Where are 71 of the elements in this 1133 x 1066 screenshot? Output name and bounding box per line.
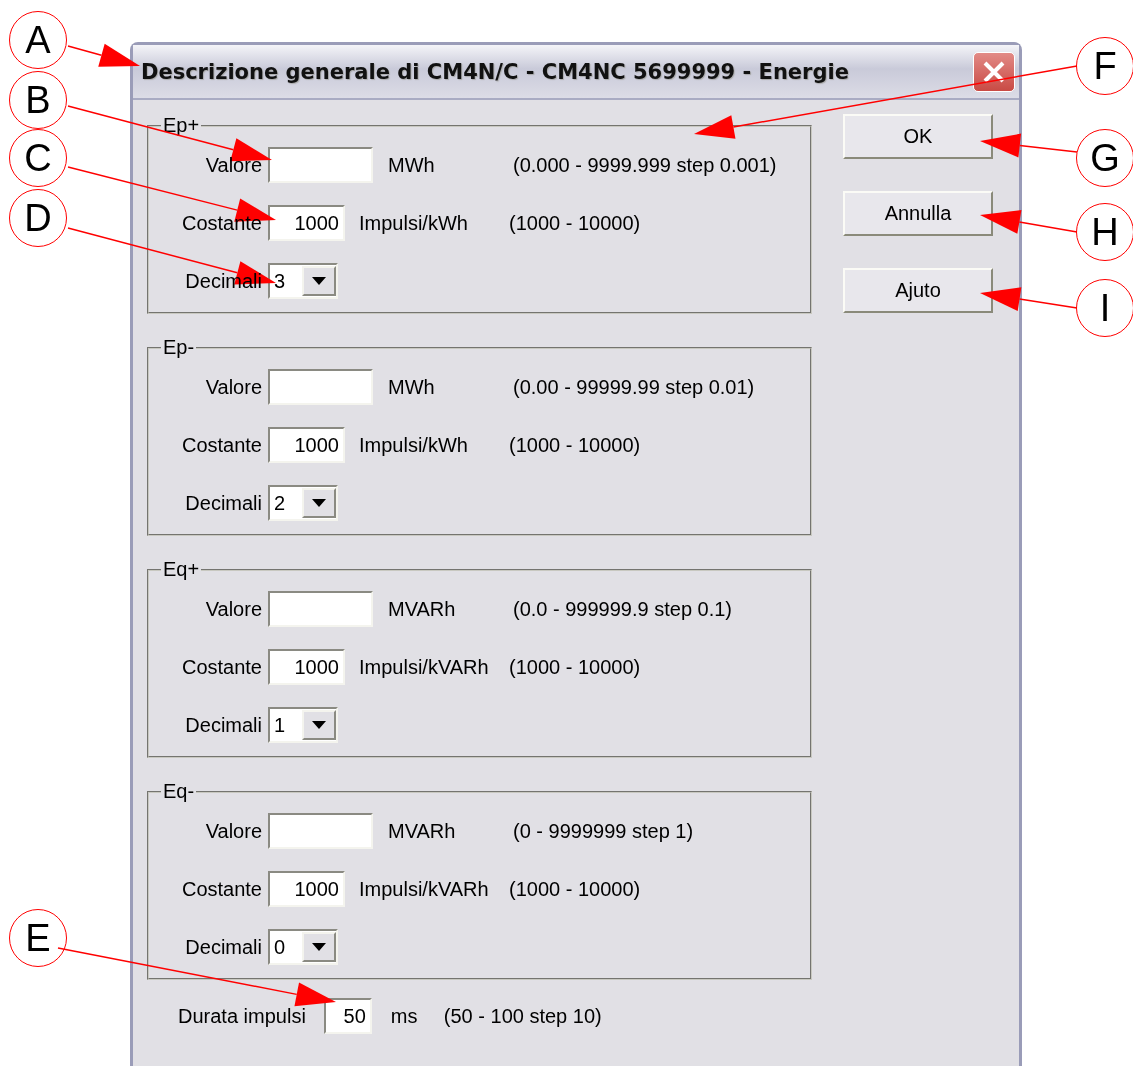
field-label: Valore bbox=[205, 153, 262, 177]
input-field[interactable] bbox=[268, 813, 373, 849]
unit-label: Impulsi/kWh bbox=[359, 433, 469, 457]
input-field[interactable]: 1000 bbox=[268, 871, 345, 907]
dialog-button[interactable]: OK bbox=[843, 114, 993, 159]
callout-marker: B bbox=[9, 71, 67, 129]
range-text: (50 - 100 step 10) bbox=[443, 1004, 602, 1028]
dropdown-arrow-icon bbox=[312, 721, 326, 729]
group-title: Eq- bbox=[162, 780, 196, 803]
field-label: Decimali bbox=[185, 269, 262, 293]
unit-label: Impulsi/kVARh bbox=[359, 655, 490, 679]
callout-marker: H bbox=[1076, 203, 1133, 261]
unit-label: Impulsi/kWh bbox=[359, 211, 469, 235]
input-field[interactable] bbox=[268, 147, 373, 183]
unit-label: MWh bbox=[388, 375, 436, 399]
unit-label: MWh bbox=[388, 153, 436, 177]
range-text: (1000 - 10000) bbox=[509, 877, 641, 901]
dropdown-arrow-icon bbox=[312, 277, 326, 285]
callout-marker: A bbox=[9, 11, 67, 69]
close-button[interactable] bbox=[973, 51, 1015, 92]
range-text: (0 - 9999999 step 1) bbox=[513, 819, 694, 843]
dialog-button[interactable]: Annulla bbox=[843, 191, 993, 236]
dropdown[interactable]: 0 bbox=[268, 929, 338, 965]
range-text: (1000 - 10000) bbox=[509, 655, 641, 679]
field-label: Costante bbox=[181, 877, 262, 901]
field-label: Decimali bbox=[185, 491, 262, 515]
range-text: (0.0 - 999999.9 step 0.1) bbox=[513, 597, 733, 621]
dropdown[interactable]: 2 bbox=[268, 485, 338, 521]
field-label: Valore bbox=[205, 819, 262, 843]
dropdown-arrow-icon bbox=[312, 499, 326, 507]
range-text: (0.000 - 9999.999 step 0.001) bbox=[513, 153, 777, 177]
field-label: Valore bbox=[205, 375, 262, 399]
unit-label: MVARh bbox=[388, 819, 457, 843]
field-label: Valore bbox=[205, 597, 262, 621]
range-text: (1000 - 10000) bbox=[509, 211, 641, 235]
dropdown-button[interactable] bbox=[302, 266, 336, 296]
field-label: Decimali bbox=[185, 935, 262, 959]
input-field[interactable] bbox=[268, 591, 373, 627]
callout-marker: E bbox=[9, 909, 67, 967]
dropdown-button[interactable] bbox=[302, 932, 336, 962]
input-field[interactable]: 1000 bbox=[268, 427, 345, 463]
unit-label: MVARh bbox=[388, 597, 457, 621]
field-label: Decimali bbox=[185, 713, 262, 737]
field-label: Durata impulsi bbox=[178, 1004, 306, 1028]
callout-marker: C bbox=[9, 129, 67, 187]
input-field[interactable]: 1000 bbox=[268, 205, 345, 241]
unit-label: ms bbox=[390, 1004, 419, 1028]
group-title: Ep- bbox=[162, 336, 196, 359]
field-label: Costante bbox=[181, 211, 262, 235]
dropdown-button[interactable] bbox=[302, 488, 336, 518]
group-title: Eq+ bbox=[162, 558, 201, 581]
unit-label: Impulsi/kVARh bbox=[359, 877, 490, 901]
callout-marker: G bbox=[1076, 129, 1133, 187]
group-title: Ep+ bbox=[162, 114, 201, 137]
dialog-button[interactable]: Ajuto bbox=[843, 268, 993, 313]
input-field[interactable]: 50 bbox=[323, 998, 372, 1034]
window-title: Descrizione generale di CM4N/C - CM4NC 5699999 - Energie bbox=[141, 59, 849, 84]
callout-marker: D bbox=[9, 189, 67, 247]
dropdown[interactable]: 1 bbox=[268, 707, 338, 743]
dropdown[interactable]: 3 bbox=[268, 263, 338, 299]
dropdown-button[interactable] bbox=[302, 710, 336, 740]
range-text: (0.00 - 99999.99 step 0.01) bbox=[513, 375, 755, 399]
callout-marker: I bbox=[1076, 279, 1133, 337]
field-label: Costante bbox=[181, 655, 262, 679]
range-text: (1000 - 10000) bbox=[509, 433, 641, 457]
input-field[interactable] bbox=[268, 369, 373, 405]
input-field[interactable]: 1000 bbox=[268, 649, 345, 685]
dropdown-arrow-icon bbox=[312, 943, 326, 951]
field-label: Costante bbox=[181, 433, 262, 457]
callout-marker: F bbox=[1076, 37, 1133, 95]
close-icon bbox=[982, 59, 1006, 84]
